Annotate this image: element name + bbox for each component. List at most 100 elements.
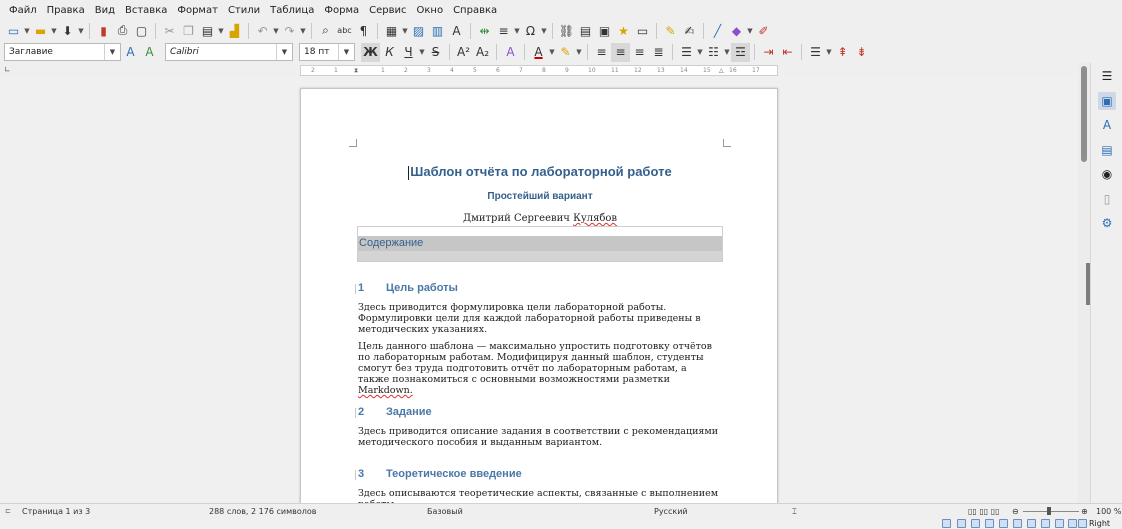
selection-mode-icon[interactable]: ⌶	[792, 507, 797, 517]
clear-formatting-icon[interactable]: A	[501, 43, 520, 62]
superscript-icon[interactable]: A²	[454, 43, 473, 62]
styles-icon[interactable]: A	[1098, 116, 1116, 134]
clone-formatting-icon[interactable]: ▟	[225, 21, 244, 40]
recording-icon[interactable]	[1041, 519, 1050, 528]
table-of-contents[interactable]: Содержание	[357, 226, 723, 262]
new-document-dropdown-icon[interactable]: ▼	[23, 21, 31, 40]
properties-icon[interactable]: ▣	[1098, 92, 1116, 110]
keyboard-capture-icon[interactable]	[1078, 519, 1087, 528]
save-dropdown-icon[interactable]: ▼	[77, 21, 85, 40]
page-style[interactable]: Базовый	[427, 507, 463, 516]
endnote-icon[interactable]: ▣	[595, 21, 614, 40]
hyperlink-icon[interactable]: ⛓	[557, 21, 576, 40]
print-icon[interactable]: ⎙	[113, 21, 132, 40]
align-center-icon[interactable]: ≡	[611, 42, 630, 62]
zoom-slider-knob[interactable]	[1047, 507, 1051, 515]
basic-shapes-icon[interactable]: ◆	[727, 21, 746, 40]
document-title[interactable]: Шаблон отчёта по лабораторной работе	[301, 164, 779, 180]
menu-edit[interactable]: Правка	[42, 5, 90, 16]
italic-button[interactable]: К	[380, 43, 399, 62]
font-color-dropdown-icon[interactable]: ▼	[548, 43, 556, 62]
insert-text-box-icon[interactable]: A	[447, 21, 466, 40]
footnote-icon[interactable]: ▤	[576, 21, 595, 40]
track-changes-icon[interactable]: ✍	[680, 21, 699, 40]
align-right-icon[interactable]: ≡	[630, 43, 649, 62]
outline-format-icon[interactable]: ☲	[731, 42, 750, 62]
network-icon[interactable]	[985, 519, 994, 528]
new-document-icon[interactable]: ▭	[4, 21, 23, 40]
paragraph-style-combo[interactable]: Заглавие ▼	[4, 43, 121, 61]
style-inspector-icon[interactable]: ⚙	[1098, 214, 1116, 232]
new-style-icon[interactable]: A	[140, 43, 159, 62]
strikethrough-icon[interactable]: S	[426, 43, 445, 62]
insert-table-dropdown-icon[interactable]: ▼	[401, 21, 409, 40]
formatting-marks-icon[interactable]: ¶	[354, 21, 373, 40]
print-preview-icon[interactable]: ▢	[132, 21, 151, 40]
body-paragraph[interactable]: Здесь приводится описание задания в соот…	[358, 426, 720, 448]
document-page[interactable]: Шаблон отчёта по лабораторной работе Про…	[300, 88, 778, 503]
horizontal-ruler[interactable]: 2 1 ⧗ 1 2 3 4 5 6 7 8 9 10 11 12 13 14 1…	[300, 65, 778, 76]
highlight-color-icon[interactable]: ✎	[556, 43, 575, 62]
subscript-icon[interactable]: A₂	[473, 43, 492, 62]
export-pdf-icon[interactable]: ▮	[94, 21, 113, 40]
body-paragraph[interactable]: Здесь описываются теоретические аспекты,…	[358, 488, 720, 503]
decrease-indent-icon[interactable]: ⇤	[778, 43, 797, 62]
bullet-list-icon[interactable]: ☰	[677, 43, 696, 62]
mouse-integration-icon[interactable]	[942, 519, 951, 528]
sidebar-menu-icon[interactable]: ☰	[1098, 67, 1116, 85]
chevron-down-icon[interactable]: ▼	[104, 44, 120, 60]
insert-image-icon[interactable]: ▨	[409, 21, 428, 40]
font-color-icon[interactable]: A	[529, 43, 548, 62]
find-replace-icon[interactable]: ⌕	[316, 21, 335, 40]
menu-tools[interactable]: Сервис	[364, 5, 411, 16]
copy-icon[interactable]: ❐	[179, 21, 198, 40]
menu-file[interactable]: Файл	[4, 5, 42, 16]
zoom-in-icon[interactable]: ⊕	[1081, 507, 1088, 516]
bold-button[interactable]: Ж	[361, 42, 380, 62]
indent-marker-icon[interactable]: ⧗	[354, 67, 358, 75]
underline-button[interactable]: Ч	[399, 43, 418, 62]
optical-drive-icon[interactable]	[957, 519, 966, 528]
gallery-icon[interactable]: ▤	[1098, 141, 1116, 159]
chevron-down-icon[interactable]: ▼	[276, 44, 292, 60]
zoom-slider[interactable]	[1023, 511, 1079, 512]
section-heading[interactable]: 2 Задание	[355, 406, 432, 418]
navigator-icon[interactable]: ◉	[1098, 165, 1116, 183]
spellcheck-icon[interactable]: abc	[335, 21, 354, 40]
bookmark-icon[interactable]: ★	[614, 21, 633, 40]
menu-form[interactable]: Форма	[319, 5, 364, 16]
cross-reference-icon[interactable]: ▭	[633, 21, 652, 40]
vertical-scrollbar[interactable]	[1078, 63, 1090, 503]
special-character-icon[interactable]: Ω	[521, 21, 540, 40]
undo-dropdown-icon[interactable]: ▼	[272, 21, 280, 40]
usb-icon[interactable]	[999, 519, 1008, 528]
update-style-icon[interactable]: A	[121, 43, 140, 62]
menu-format[interactable]: Формат	[172, 5, 223, 16]
underline-dropdown-icon[interactable]: ▼	[418, 43, 426, 62]
line-spacing-dropdown-icon[interactable]: ▼	[825, 43, 833, 62]
cut-icon[interactable]: ✂	[160, 21, 179, 40]
insert-chart-icon[interactable]: ▥	[428, 21, 447, 40]
menu-view[interactable]: Вид	[90, 5, 120, 16]
numbered-list-icon[interactable]: ☷	[704, 43, 723, 62]
document-subtitle[interactable]: Простейший вариант	[301, 191, 779, 202]
increase-paragraph-spacing-icon[interactable]: ⇞	[833, 43, 852, 62]
cpu-icon[interactable]	[1055, 519, 1064, 528]
justify-icon[interactable]: ≣	[649, 43, 668, 62]
page-icon[interactable]: ▯	[1098, 190, 1116, 208]
menu-styles[interactable]: Стили	[223, 5, 265, 16]
comment-icon[interactable]: ✎	[661, 21, 680, 40]
insert-field-dropdown-icon[interactable]: ▼	[513, 21, 521, 40]
paste-icon[interactable]: ▤	[198, 21, 217, 40]
menu-window[interactable]: Окно	[412, 5, 449, 16]
document-author[interactable]: Дмитрий Сергеевич Кулябов	[301, 213, 779, 224]
zoom-out-icon[interactable]: ⊖	[1012, 507, 1019, 516]
align-left-icon[interactable]: ≡	[592, 43, 611, 62]
section-heading[interactable]: 1 Цель работы	[355, 282, 458, 294]
basic-shapes-dropdown-icon[interactable]: ▼	[746, 21, 754, 40]
menu-insert[interactable]: Вставка	[120, 5, 172, 16]
view-layout-icons[interactable]: ▯▯ ▯▯ ▯▯	[968, 507, 1000, 516]
shared-folders-icon[interactable]	[1013, 519, 1022, 528]
tab-stop-selector-icon[interactable]: ∟	[4, 65, 11, 74]
redo-dropdown-icon[interactable]: ▼	[299, 21, 307, 40]
